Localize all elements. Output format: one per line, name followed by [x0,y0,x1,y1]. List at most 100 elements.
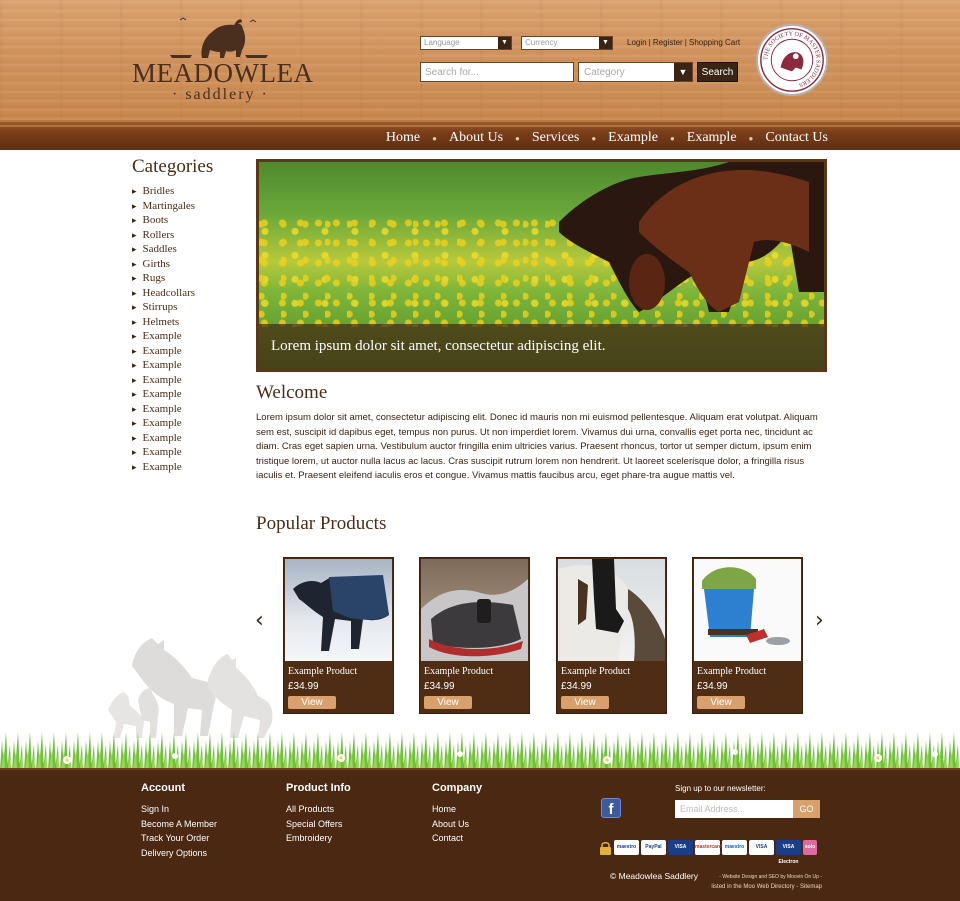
nav-about-us[interactable]: About Us [449,130,503,146]
product-image[interactable] [285,559,392,661]
categories-list: Bridles Martingales Boots Rollers Saddle… [132,184,196,475]
category-item[interactable]: Rollers [132,228,195,243]
view-product-button[interactable]: View [561,696,609,709]
footer-link-all-products[interactable]: All Products [286,802,351,817]
login-link[interactable]: Login [627,38,647,47]
cart-link[interactable]: Shopping Cart [689,38,740,47]
footer-product-info: Product Info All Products Special Offers… [286,782,351,846]
view-product-button[interactable]: View [288,696,336,709]
popular-products-title: Popular Products [256,513,387,534]
category-item[interactable]: Example [132,431,195,446]
category-item[interactable]: Helmets [132,315,195,330]
category-item[interactable]: Martingales [132,199,196,214]
product-name[interactable]: Example Product [561,666,630,677]
category-item[interactable]: Example [132,373,195,388]
credits-line-2[interactable]: listed in the Moo Web Directory - Sitema… [660,882,822,892]
nav-separator: ● [591,133,597,143]
register-link[interactable]: Register [653,38,683,47]
main-nav: Home ● About Us ● Services ● Example ● E… [386,130,828,146]
category-item[interactable]: Example [132,358,195,373]
category-item[interactable]: Example [132,329,195,344]
language-select[interactable]: Language ▼ [420,36,512,50]
grass-border [0,728,960,770]
view-product-button[interactable]: View [424,696,472,709]
visa-icon: VISA [668,840,693,855]
nav-stripe [0,125,960,127]
footer-link-sign-in[interactable]: Sign In [141,802,217,817]
view-product-button[interactable]: View [697,696,745,709]
product-card[interactable]: Example Product £34.99 View [283,557,394,714]
credits-line-1[interactable]: - Website Design and SEO by Moovin On Up… [705,872,822,882]
product-price: £34.99 [424,681,455,692]
category-item[interactable]: Boots [132,213,195,228]
category-item[interactable]: Example [132,402,195,417]
footer-company-title: Company [432,782,483,794]
footer-link-embroidery[interactable]: Embroidery [286,831,351,846]
product-price: £34.99 [561,681,592,692]
nav-separator: ● [669,133,675,143]
category-item[interactable]: Saddles [132,242,195,257]
brand-subtitle: · saddlery · [172,86,269,103]
product-card[interactable]: Example Product £34.99 View [692,557,803,714]
footer-link-delivery-options[interactable]: Delivery Options [141,846,217,861]
category-item[interactable]: Girths [132,257,195,272]
footer-link-home[interactable]: Home [432,802,482,817]
newsletter-email-input[interactable]: Email Address... [675,800,793,818]
rider-boot-image [558,559,665,661]
product-name[interactable]: Example Product [424,666,493,677]
nav-separator: ● [748,133,754,143]
nav-separator: ● [432,133,437,143]
product-price: £34.99 [697,681,728,692]
maestro-icon: maestro [614,840,639,855]
product-price: £34.99 [288,681,319,692]
nav-contact-us[interactable]: Contact Us [765,130,828,146]
facebook-icon[interactable]: f [601,798,621,818]
saddle-image [421,579,528,661]
footer-link-special-offers[interactable]: Special Offers [286,817,351,832]
hero-banner[interactable]: Lorem ipsum dolor sit amet, consectetur … [256,159,827,372]
maestro-icon: maestro [722,840,747,855]
category-item[interactable]: Bridles [132,184,195,199]
category-item[interactable]: Stirrups [132,300,195,315]
payment-methods: maestro PayPal VISA mastercard maestro V… [600,840,819,865]
visa-electron-icon: VISA Electron [776,840,801,865]
category-item[interactable]: Example [132,416,195,431]
product-image[interactable] [694,559,801,661]
search-button[interactable]: Search [697,62,738,82]
category-select[interactable]: Category ▼ [578,62,693,82]
nav-home[interactable]: Home [386,130,420,146]
product-name[interactable]: Example Product [288,666,357,677]
nav-services[interactable]: Services [532,130,579,146]
footer-account: Account Sign In Become A Member Track Yo… [141,782,217,860]
welcome-text: Lorem ipsum dolor sit amet, consectetur … [256,412,818,482]
footer-link-track-order[interactable]: Track Your Order [141,831,217,846]
footer-link-become-member[interactable]: Become A Member [141,817,217,832]
categories-title: Categories [132,156,214,177]
banner-caption: Lorem ipsum dolor sit amet, consectetur … [259,324,824,369]
product-image[interactable] [421,559,528,661]
nav-example-2[interactable]: Example [687,130,737,146]
visa-icon: VISA [749,840,774,855]
product-name[interactable]: Example Product [697,666,766,677]
nav-example-1[interactable]: Example [608,130,658,146]
category-item[interactable]: Rugs [132,271,195,286]
mastercard-icon: mastercard [695,840,722,855]
newsletter-go-button[interactable]: GO [793,800,820,818]
category-item[interactable]: Example [132,460,195,475]
category-item[interactable]: Headcollars [132,286,196,301]
category-item[interactable]: Example [132,387,195,402]
master-saddlers-seal[interactable]: THE SOCIETY OF MASTER SADDLERS [756,24,828,96]
search-input[interactable]: Search for... [420,62,574,82]
product-card[interactable]: Example Product £34.99 View [419,557,530,714]
lock-icon [600,841,611,855]
currency-select[interactable]: Currency ▼ [521,36,613,50]
footer-link-contact[interactable]: Contact [432,831,482,846]
category-item[interactable]: Example [132,344,195,359]
product-image[interactable] [558,559,665,661]
product-card[interactable]: Example Product £34.99 View [556,557,667,714]
decorative-horses [108,638,273,738]
solo-icon: solo [803,840,817,855]
footer-link-about-us[interactable]: About Us [432,817,482,832]
category-item[interactable]: Example [132,445,195,460]
carousel-next-icon[interactable]: › [815,608,824,633]
